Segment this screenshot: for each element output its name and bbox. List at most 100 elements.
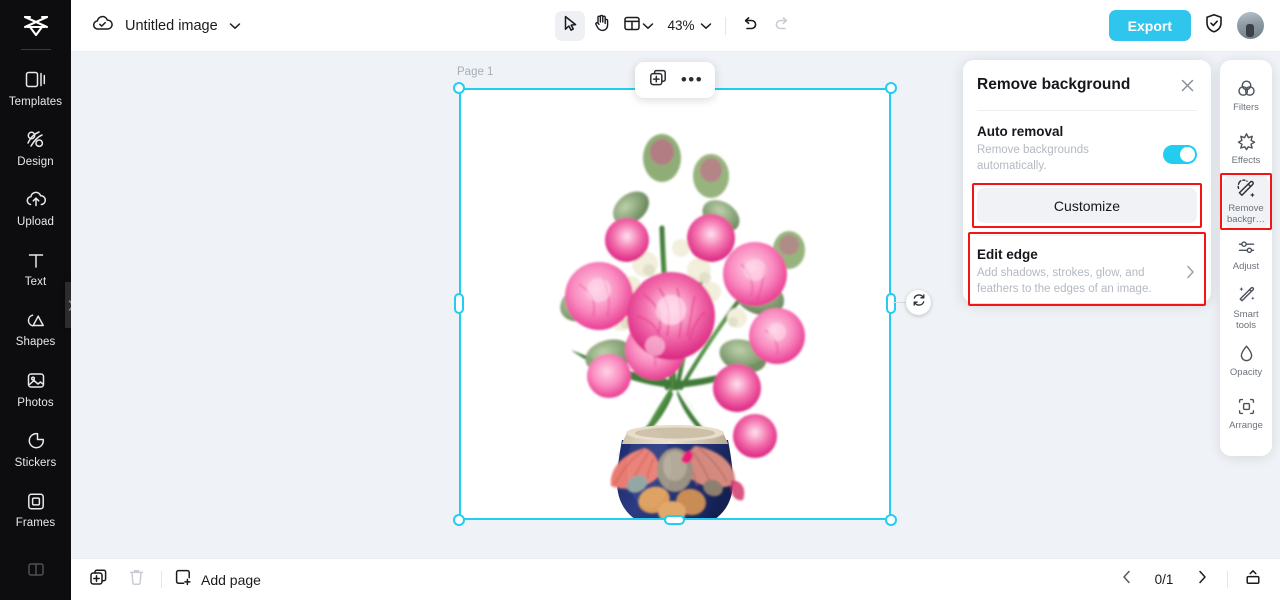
sidebar-item-design[interactable]: Design: [0, 118, 71, 178]
zoom-level: 43%: [667, 18, 695, 33]
sidebar-label-photos: Photos: [17, 396, 54, 409]
page-label: Page 1: [457, 66, 494, 78]
more-options-button[interactable]: •••: [678, 66, 706, 94]
rail-label-adjust: Adjust: [1232, 261, 1260, 272]
customize-wrapper: Customize: [972, 183, 1202, 228]
rail-label-remove-background: Remove backgr…: [1226, 202, 1265, 225]
more-horizontal-icon: •••: [680, 70, 704, 89]
next-page-button[interactable]: [1191, 569, 1213, 591]
trash-icon: [128, 568, 145, 591]
auto-removal-title: Auto removal: [977, 124, 1064, 139]
sidebar-label-stickers: Stickers: [14, 456, 57, 469]
rail-item-arrange[interactable]: Arrange: [1223, 387, 1269, 440]
sidebar-item-templates[interactable]: Templates: [0, 58, 71, 118]
rail-label-filters: Filters: [1233, 102, 1259, 113]
page-counter: 0/1: [1154, 572, 1174, 587]
undo-icon: [741, 15, 759, 37]
sidebar-label-upload: Upload: [16, 215, 55, 228]
zoom-control[interactable]: 43%: [659, 17, 715, 35]
sidebar-item-upload[interactable]: Upload: [0, 178, 71, 238]
selection-handle-right[interactable]: [886, 293, 896, 314]
cursor-select-tool[interactable]: [554, 10, 585, 41]
sidebar-item-photos[interactable]: Photos: [0, 359, 71, 419]
sidebar-item-shapes[interactable]: Shapes: [0, 299, 71, 359]
shield-check-icon[interactable]: [1204, 13, 1224, 39]
stickers-icon: [25, 430, 47, 452]
chevron-left-icon: [1122, 570, 1131, 589]
sidebar-item-more[interactable]: [0, 540, 71, 600]
toolbar-divider: [724, 16, 726, 35]
rail-item-remove-background[interactable]: Remove backgr…: [1220, 173, 1272, 230]
right-tool-rail: Filters Effects Remove backgr… Adjust Sm…: [1220, 60, 1272, 456]
undo-button[interactable]: [735, 11, 765, 41]
hand-pan-tool[interactable]: [586, 11, 616, 41]
rail-item-smart-tools[interactable]: Smart tools: [1223, 281, 1269, 334]
close-icon[interactable]: [1177, 75, 1197, 95]
duplicate-page-icon: [89, 568, 108, 592]
bottom-right-group: 0/1: [1115, 569, 1264, 591]
toggle-knob: [1180, 147, 1195, 162]
layout-grid-icon: [622, 15, 640, 37]
bottom-left-group: Add page: [71, 567, 261, 593]
sidebar-label-shapes: Shapes: [15, 336, 56, 349]
rail-item-effects[interactable]: Effects: [1223, 122, 1269, 175]
capcut-logo-icon[interactable]: [14, 8, 58, 45]
rotate-handle[interactable]: [906, 290, 931, 315]
rail-item-opacity[interactable]: Opacity: [1223, 334, 1269, 387]
cloud-saved-icon[interactable]: [91, 14, 114, 38]
selection-handle-bottom-left[interactable]: [453, 514, 465, 526]
selection-handle-left[interactable]: [454, 293, 464, 314]
panel-header: Remove background: [977, 60, 1197, 110]
selection-handle-bottom[interactable]: [664, 515, 685, 525]
remove-background-panel: Remove background Auto removal Remove ba…: [963, 60, 1211, 306]
top-header: Untitled image 43% Export: [71, 0, 1280, 52]
sidebar-item-text[interactable]: Text: [0, 239, 71, 299]
sidebar-label-design: Design: [17, 155, 54, 168]
export-button[interactable]: Export: [1108, 10, 1191, 41]
arrange-icon: [1236, 396, 1256, 416]
duplicate-page-button[interactable]: [85, 567, 111, 593]
sidebar-item-stickers[interactable]: Stickers: [0, 419, 71, 479]
selection-handle-bottom-right[interactable]: [885, 514, 897, 526]
duplicate-object-button[interactable]: [644, 66, 672, 94]
photos-icon: [25, 370, 47, 392]
header-right-group: Export: [1108, 10, 1264, 41]
customize-button[interactable]: Customize: [977, 188, 1197, 223]
sidebar-item-frames[interactable]: Frames: [0, 480, 71, 540]
add-page-label: Add page: [201, 571, 261, 588]
rail-label-smart-tools: Smart tools: [1233, 308, 1259, 331]
auto-removal-toggle[interactable]: [1163, 145, 1197, 164]
rail-label-opacity: Opacity: [1229, 367, 1263, 378]
frames-icon: [25, 490, 47, 512]
capcut-image-editor: Templates Design Upload Text Shapes Phot…: [0, 0, 1280, 600]
text-icon: [25, 249, 47, 271]
rail-item-adjust[interactable]: Adjust: [1223, 228, 1269, 281]
redo-button[interactable]: [767, 11, 797, 41]
sidebar-divider: [20, 48, 51, 50]
present-button[interactable]: [1242, 569, 1264, 591]
selection-handle-top-right[interactable]: [885, 82, 897, 94]
document-title[interactable]: Untitled image: [125, 18, 218, 34]
filters-icon: [1236, 78, 1256, 98]
prev-page-button[interactable]: [1115, 569, 1137, 591]
adjust-sliders-icon: [1236, 237, 1256, 257]
add-page-icon: [174, 568, 192, 591]
avatar[interactable]: [1237, 12, 1264, 39]
rotate-icon: [912, 293, 926, 312]
upload-cloud-icon: [25, 189, 47, 211]
effects-icon: [1236, 131, 1256, 151]
rail-item-filters[interactable]: Filters: [1223, 69, 1269, 122]
header-tool-group: 43%: [554, 10, 797, 41]
cursor-select-icon: [561, 15, 577, 37]
edit-edge-subtitle: Add shadows, strokes, glow, and feathers…: [977, 267, 1152, 295]
edit-edge-row[interactable]: Edit edge Add shadows, strokes, glow, an…: [968, 232, 1206, 306]
chevron-down-icon[interactable]: [229, 17, 241, 35]
layout-tool[interactable]: [618, 15, 657, 37]
add-page-button[interactable]: Add page: [174, 568, 261, 591]
delete-page-button[interactable]: [123, 567, 149, 593]
bottom-divider: [161, 571, 162, 588]
selection-handle-top-left[interactable]: [453, 82, 465, 94]
panel-title: Remove background: [977, 76, 1131, 93]
artwork-image[interactable]: [459, 88, 891, 520]
edit-edge-title: Edit edge: [977, 247, 1038, 262]
